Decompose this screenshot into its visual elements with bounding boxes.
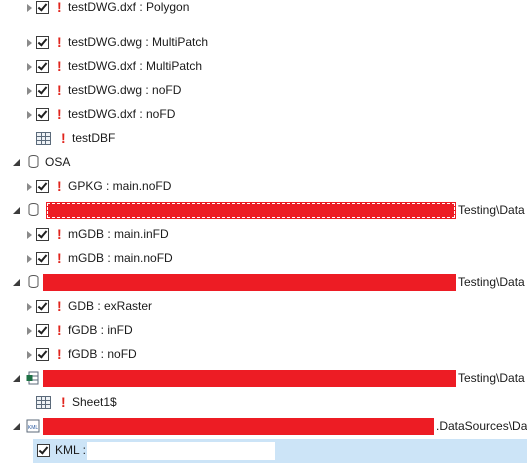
excel-icon	[26, 371, 39, 385]
tree-item-label: testDWG.dxf : MultiPatch	[68, 59, 203, 73]
expand-arrow-icon[interactable]	[27, 63, 32, 71]
warning-icon: !	[57, 82, 62, 98]
database-icon	[28, 203, 39, 216]
path-suffix: Testing\Data	[458, 275, 525, 289]
warning-icon: !	[57, 178, 62, 194]
tree-item-label: testDWG.dwg : noFD	[68, 83, 182, 97]
collapse-arrow-icon[interactable]	[13, 159, 20, 166]
path-suffix: Testing\Data	[458, 371, 525, 385]
path-suffix: .DataSources\Da	[436, 419, 527, 433]
tree-row-testdwg-dxf-nofd[interactable]: ! testDWG.dxf : noFD	[0, 103, 527, 127]
collapse-arrow-icon[interactable]	[13, 279, 20, 286]
redacted-path	[46, 202, 456, 219]
kml-icon: KML	[26, 419, 40, 433]
checkbox-icon[interactable]	[36, 324, 49, 337]
expand-arrow-icon[interactable]	[27, 39, 32, 47]
tree-item-label: mGDB : main.noFD	[68, 251, 173, 265]
warning-icon: !	[57, 346, 62, 362]
database-icon	[28, 275, 39, 288]
warning-icon: !	[57, 322, 62, 338]
collapse-arrow-icon[interactable]	[13, 375, 20, 382]
expand-arrow-icon[interactable]	[27, 351, 32, 359]
tree-row-redacted-database-2[interactable]: Testing\Data	[0, 271, 527, 295]
warning-icon: !	[57, 58, 62, 74]
checkbox-icon[interactable]	[36, 228, 49, 241]
tree-item-label: KML :	[55, 443, 86, 457]
svg-text:KML: KML	[28, 425, 39, 431]
expand-arrow-icon[interactable]	[27, 327, 32, 335]
path-suffix: Testing\Data	[458, 203, 525, 217]
expand-arrow-icon[interactable]	[27, 303, 32, 311]
tree-row-testdwg-dxf-polygon[interactable]: ! testDWG.dxf : Polygon	[0, 0, 527, 20]
warning-icon: !	[57, 250, 62, 266]
checkbox-icon[interactable]	[36, 1, 49, 14]
tree-row-testdwg-dxf-multipatch[interactable]: ! testDWG.dxf : MultiPatch	[0, 55, 527, 79]
tree-row-gpkg-main-nofd[interactable]: ! GPKG : main.noFD	[0, 175, 527, 199]
warning-icon: !	[57, 0, 62, 15]
expand-arrow-icon[interactable]	[27, 183, 32, 191]
tree-row-redacted-kml-source[interactable]: KML .DataSources\Da	[0, 415, 527, 439]
redacted-path	[43, 418, 434, 435]
tree-item-label: GDB : exRaster	[68, 299, 153, 313]
tree-row-osa[interactable]: OSA	[0, 151, 527, 175]
expand-arrow-icon[interactable]	[27, 231, 32, 239]
expand-arrow-icon[interactable]	[27, 4, 32, 12]
warning-icon: !	[57, 226, 62, 242]
tree-item-label: fGDB : inFD	[68, 323, 133, 337]
checkbox-icon[interactable]	[36, 60, 49, 73]
tree-item-label: testDWG.dxf : Polygon	[68, 0, 190, 14]
database-icon	[28, 155, 39, 168]
tree-row-redacted-database-1[interactable]: Testing\Data	[0, 199, 527, 223]
tree-item-label: testDWG.dxf : noFD	[68, 107, 176, 121]
tree-row-testdwg-dwg-nofd[interactable]: ! testDWG.dwg : noFD	[0, 79, 527, 103]
tree-item-label: fGDB : noFD	[68, 347, 137, 361]
checkbox-icon[interactable]	[36, 348, 49, 361]
redacted-path	[43, 370, 456, 387]
tree-row-testdbf[interactable]: ! testDBF	[0, 127, 527, 151]
tree-row-testdwg-dwg-multipatch[interactable]: ! testDWG.dwg : MultiPatch	[0, 31, 527, 55]
checkbox-icon[interactable]	[36, 36, 49, 49]
checkbox-icon[interactable]	[36, 252, 49, 265]
tree-item-label: testDWG.dwg : MultiPatch	[68, 35, 209, 49]
tree-row-mgdb-main-infd[interactable]: ! mGDB : main.inFD	[0, 223, 527, 247]
tree-item-label: GPKG : main.noFD	[68, 179, 172, 193]
expand-arrow-icon[interactable]	[27, 111, 32, 119]
table-icon	[36, 396, 51, 409]
collapse-arrow-icon[interactable]	[13, 207, 20, 214]
warning-icon: !	[61, 130, 66, 146]
expand-arrow-icon[interactable]	[27, 87, 32, 95]
checkbox-icon[interactable]	[36, 180, 49, 193]
checkbox-icon[interactable]	[36, 108, 49, 121]
checkbox-icon[interactable]	[37, 444, 50, 457]
redacted-path	[87, 442, 275, 460]
tree-row-kml-selected[interactable]: KML :	[33, 439, 527, 463]
warning-icon: !	[57, 298, 62, 314]
tree-row-fgdb-nofd[interactable]: ! fGDB : noFD	[0, 343, 527, 367]
redacted-path	[43, 274, 456, 291]
warning-icon: !	[61, 394, 66, 410]
warning-icon: !	[57, 34, 62, 50]
tree-item-label: mGDB : main.inFD	[68, 227, 169, 241]
checkbox-icon[interactable]	[36, 84, 49, 97]
checkbox-icon[interactable]	[36, 300, 49, 313]
tree-item-label: OSA	[45, 155, 71, 169]
tree-row-mgdb-main-nofd[interactable]: ! mGDB : main.noFD	[0, 247, 527, 271]
tree-row-sheet1[interactable]: ! Sheet1$	[0, 391, 527, 415]
tree-row-redacted-excel[interactable]: Testing\Data	[0, 367, 527, 391]
tree-row-gdb-exraster[interactable]: ! GDB : exRaster	[0, 295, 527, 319]
tree-row-fgdb-infd[interactable]: ! fGDB : inFD	[0, 319, 527, 343]
table-icon	[36, 132, 51, 145]
tree-item-label: Sheet1$	[72, 395, 117, 409]
expand-arrow-icon[interactable]	[27, 255, 32, 263]
collapse-arrow-icon[interactable]	[13, 423, 20, 430]
warning-icon: !	[57, 106, 62, 122]
tree-item-label: testDBF	[72, 131, 116, 145]
